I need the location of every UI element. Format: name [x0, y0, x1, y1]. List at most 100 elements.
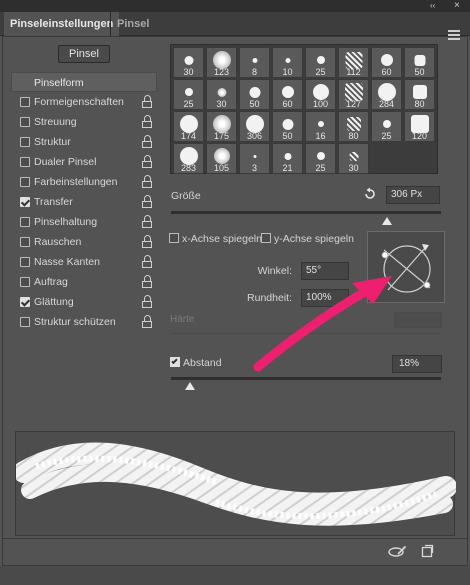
close-icon[interactable]: ×: [454, 0, 460, 12]
sidebar-item-auftrag[interactable]: Auftrag: [11, 272, 157, 292]
roundness-input[interactable]: 100%: [301, 289, 349, 307]
brush-preset[interactable]: 174: [173, 111, 204, 142]
angle-input[interactable]: 55°: [301, 262, 349, 280]
brush-preset[interactable]: 30: [206, 79, 237, 110]
brush-preset[interactable]: 80: [338, 111, 369, 142]
sidebar-item-farbeinstellungen[interactable]: Farbeinstellungen: [11, 172, 157, 192]
checkbox[interactable]: [20, 217, 30, 227]
lock-icon[interactable]: [141, 135, 153, 148]
sidebar-item-struktur[interactable]: Struktur: [11, 132, 157, 152]
lock-icon[interactable]: [141, 155, 153, 168]
lock-icon[interactable]: [141, 315, 153, 328]
brush-preset[interactable]: 123: [206, 47, 237, 78]
sidebar-item-struktur-schützen[interactable]: Struktur schützen: [11, 312, 157, 332]
angle-label: Winkel:: [257, 265, 292, 277]
brush-size-label: 3: [251, 163, 257, 173]
brush-size-label: 50: [249, 99, 260, 109]
checkbox[interactable]: [20, 197, 30, 207]
angle-dial-icon: [381, 244, 431, 293]
brush-preset[interactable]: 60: [371, 47, 402, 78]
brush-preset[interactable]: 112: [338, 47, 369, 78]
sidebar-item-glättung[interactable]: Glättung: [11, 292, 157, 312]
flip-x-box[interactable]: [169, 233, 179, 243]
lock-icon[interactable]: [141, 195, 153, 208]
sidebar-item-pinselhaltung[interactable]: Pinselhaltung: [11, 212, 157, 232]
spacing-box[interactable]: [170, 357, 180, 367]
checkbox[interactable]: [20, 317, 30, 327]
brush-preset[interactable]: 284: [371, 79, 402, 110]
brush-tip-icon: [281, 86, 294, 98]
lock-icon[interactable]: [141, 275, 153, 288]
lock-icon[interactable]: [141, 255, 153, 268]
lock-icon[interactable]: [141, 295, 153, 308]
tab-brushes[interactable]: Pinsel: [110, 12, 155, 36]
spacing-slider[interactable]: [171, 377, 441, 380]
lock-icon[interactable]: [141, 175, 153, 188]
brush-preset[interactable]: 306: [239, 111, 270, 142]
lock-icon[interactable]: [141, 215, 153, 228]
sidebar-item-label: Dualer Pinsel: [34, 156, 97, 168]
checkbox[interactable]: [20, 117, 30, 127]
lock-icon[interactable]: [141, 115, 153, 128]
brush-preset[interactable]: 21: [272, 143, 303, 174]
brush-preset[interactable]: 25: [371, 111, 402, 142]
brush-preset[interactable]: 127: [338, 79, 369, 110]
brush-preset[interactable]: 60: [272, 79, 303, 110]
checkbox[interactable]: [20, 257, 30, 267]
size-slider[interactable]: [171, 211, 441, 214]
brush-preset[interactable]: 25: [173, 79, 204, 110]
brush-preset[interactable]: 25: [305, 143, 336, 174]
brush-preset[interactable]: 80: [404, 79, 435, 110]
brush-tip-icon: [284, 152, 291, 160]
brush-preset[interactable]: 8: [239, 47, 270, 78]
sidebar-item-nasse-kanten[interactable]: Nasse Kanten: [11, 252, 157, 272]
collapse-icon[interactable]: ‹‹: [430, 0, 435, 12]
sidebar-item-dualer-pinsel[interactable]: Dualer Pinsel: [11, 152, 157, 172]
brush-tip-icon: [213, 148, 230, 164]
sidebar-item-formeigenschaften[interactable]: Formeigenschaften: [11, 92, 157, 112]
brush-preset[interactable]: 25: [305, 47, 336, 78]
toggle-preview-icon[interactable]: [388, 545, 408, 559]
brush-preset[interactable]: 120: [404, 111, 435, 142]
brush-preset[interactable]: 175: [206, 111, 237, 142]
brushes-button[interactable]: Pinsel: [58, 45, 110, 63]
sidebar-item-transfer[interactable]: Transfer: [11, 192, 157, 212]
brush-preset[interactable]: 10: [272, 47, 303, 78]
checkbox[interactable]: [20, 177, 30, 187]
flip-y-box[interactable]: [261, 233, 271, 243]
brush-preset[interactable]: 283: [173, 143, 204, 174]
brush-preset[interactable]: 50: [272, 111, 303, 142]
brush-preset[interactable]: 3: [239, 143, 270, 174]
new-brush-icon[interactable]: [420, 544, 434, 558]
brush-preset[interactable]: 30: [173, 47, 204, 78]
lock-icon[interactable]: [141, 95, 153, 108]
brush-preset[interactable]: 50: [404, 47, 435, 78]
checkbox[interactable]: [20, 137, 30, 147]
flip-x-checkbox[interactable]: x-Achse spiegeln: [169, 233, 262, 245]
sidebar-item-rauschen[interactable]: Rauschen: [11, 232, 157, 252]
spacing-slider-thumb[interactable]: [184, 382, 195, 390]
checkbox[interactable]: [20, 237, 30, 247]
spacing-checkbox[interactable]: Abstand: [170, 357, 222, 369]
brush-preset[interactable]: 50: [239, 79, 270, 110]
size-input[interactable]: 306 Px: [386, 186, 440, 204]
brush-preset[interactable]: 105: [206, 143, 237, 174]
brush-preset[interactable]: 100: [305, 79, 336, 110]
size-slider-thumb[interactable]: [382, 217, 392, 225]
checkbox[interactable]: [20, 297, 30, 307]
spacing-input[interactable]: 18%: [392, 355, 442, 373]
angle-roundness-widget[interactable]: [367, 231, 445, 303]
sidebar-item-streuung[interactable]: Streuung: [11, 112, 157, 132]
brush-tip-icon: [414, 54, 425, 66]
brush-tip-icon: [382, 120, 391, 128]
tab-brush-settings[interactable]: Pinseleinstellungen: [4, 12, 120, 36]
sidebar-item-brush-tip-shape[interactable]: Pinselform: [11, 72, 157, 92]
checkbox[interactable]: [20, 157, 30, 167]
checkbox[interactable]: [20, 277, 30, 287]
reset-size-icon[interactable]: [363, 187, 377, 201]
lock-icon[interactable]: [141, 235, 153, 248]
brush-preset[interactable]: 30: [338, 143, 369, 174]
brush-preset[interactable]: 16: [305, 111, 336, 142]
checkbox[interactable]: [20, 97, 30, 107]
flip-y-checkbox[interactable]: y-Achse spiegeln: [261, 233, 354, 245]
